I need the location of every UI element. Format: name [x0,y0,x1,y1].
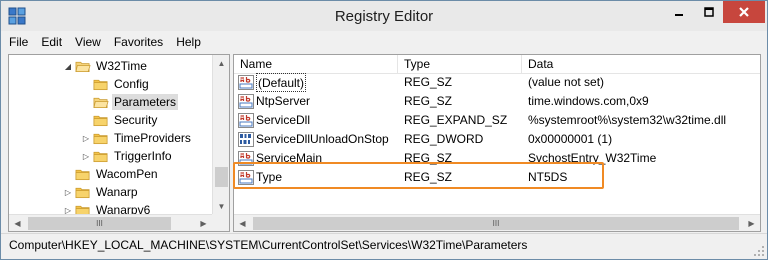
value-type: REG_EXPAND_SZ [404,113,508,127]
column-header-data[interactable]: Data [522,55,760,74]
value-row-servicedllunloadonstop[interactable]: ServiceDllUnloadOnStop REG_DWORD 0x0000000… [234,130,760,149]
value-data: time.windows.com,0x9 [528,94,649,108]
value-name: ServiceMain [256,151,323,165]
tree-item-label: Parameters [112,94,179,110]
tree-item-label: TimeProviders [114,131,191,145]
string-value-icon [238,170,254,185]
value-type: REG_SZ [404,151,453,165]
folder-icon [93,151,108,163]
tree-item-w32time[interactable]: ◢ W32Time [9,57,213,75]
title-bar[interactable]: Registry Editor [1,1,767,31]
folder-icon [93,79,108,91]
value-name: Type [256,170,283,184]
value-type: REG_SZ [404,170,453,184]
expanded-arrow-icon[interactable]: ◢ [63,61,73,71]
scroll-right-icon[interactable]: ▶ [195,215,212,231]
value-row-ntpserver[interactable]: NtpServer REG_SZ time.windows.com,0x9 [234,92,760,111]
value-row-type[interactable]: Type REG_SZ NT5DS [234,168,760,187]
minimize-icon [675,14,683,16]
column-header-type[interactable]: Type [398,55,522,74]
tree-vertical-scrollbar[interactable]: ▲ ▼ [212,55,229,215]
scroll-right-icon[interactable]: ▶ [743,215,760,231]
maximize-button[interactable] [694,1,724,23]
resize-grip-icon[interactable] [753,245,765,257]
scroll-corner [212,214,229,231]
tree-item-triggerinfo[interactable]: ▷ TriggerInfo [9,147,213,165]
registry-editor-window: Registry Editor File Edit View Favorites… [0,0,768,260]
tree-item-security[interactable]: Security [9,111,213,129]
scroll-up-icon[interactable]: ▲ [213,55,229,72]
tree-item-label: TriggerInfo [114,149,172,163]
menu-edit[interactable]: Edit [41,35,62,49]
tree-item-parameters[interactable]: Parameters [9,93,213,111]
value-data: (value not set) [528,75,605,89]
list-header: Name Type Data [234,55,760,74]
expand-arrow-icon[interactable]: ▷ [63,187,73,197]
value-type: REG_SZ [404,75,453,89]
value-data: NT5DS [528,170,568,184]
value-type: REG_SZ [404,94,453,108]
binary-value-icon [238,132,254,147]
folder-open-icon [93,97,109,109]
tree-item-wacompen[interactable]: WacomPen [9,165,213,183]
value-data: SvchostEntry_W32Time [528,151,657,165]
value-row-servicedll[interactable]: ServiceDll REG_EXPAND_SZ %systemroot%\syst… [234,111,760,130]
menu-view[interactable]: View [75,35,101,49]
value-type: REG_DWORD [404,132,484,146]
folder-open-icon [75,61,91,73]
value-name: ServiceDll [256,113,311,127]
expand-arrow-icon[interactable]: ▷ [81,151,91,161]
tree-item-timeproviders[interactable]: ▷ TimeProviders [9,129,213,147]
tree-item-label: Wanarp [96,185,138,199]
list-horizontal-scrollbar[interactable]: ◀ III ▶ [234,214,760,231]
values-list-pane[interactable]: Name Type Data (Default) REG_SZ (value not… [233,54,761,232]
close-button[interactable] [723,1,765,23]
string-value-icon [238,94,254,109]
value-name: NtpServer [256,94,311,108]
string-value-icon [238,151,254,166]
tree-item-label: WacomPen [96,167,158,181]
tree-item-label: Security [114,113,158,127]
value-data: 0x00000001 (1) [528,132,613,146]
scroll-left-icon[interactable]: ◀ [9,215,26,231]
window-title: Registry Editor [334,8,434,25]
current-key-path: Computer\HKEY_LOCAL_MACHINE\SYSTEM\Curre… [9,238,528,252]
tree-horizontal-scrollbar[interactable]: ◀ III ▶ [9,214,212,231]
value-row-default[interactable]: (Default) REG_SZ (value not set) [234,73,760,92]
key-tree-pane[interactable]: ◢ W32Time Config Parameters Security ▷ TimePro… [8,54,230,232]
string-value-icon [238,113,254,128]
menu-file[interactable]: File [9,35,28,49]
status-bar: Computer\HKEY_LOCAL_MACHINE\SYSTEM\Curre… [1,233,767,259]
string-value-icon [238,75,254,90]
tree-item-config[interactable]: Config [9,75,213,93]
folder-icon [93,133,108,145]
menu-favorites[interactable]: Favorites [114,35,163,49]
value-data: %systemroot%\system32\w32time.dll [528,113,727,127]
close-icon [739,7,749,17]
value-row-servicemain[interactable]: ServiceMain REG_SZ SvchostEntry_W32Time [234,149,760,168]
list-horizontal-scroll-thumb[interactable]: III [253,217,739,230]
scroll-down-icon[interactable]: ▼ [213,198,229,215]
value-name: ServiceDllUnloadOnStop [256,132,389,146]
scroll-left-icon[interactable]: ◀ [234,215,251,231]
folder-icon [75,169,90,181]
minimize-button[interactable] [664,1,694,23]
tree-horizontal-scroll-thumb[interactable]: III [28,217,171,230]
folder-icon [93,115,108,127]
column-header-name[interactable]: Name [234,55,398,74]
menu-bar: File Edit View Favorites Help [1,32,767,52]
tree-item-label: W32Time [96,59,147,73]
tree-item-wanarp[interactable]: ▷ Wanarp [9,183,213,201]
tree-vertical-scroll-thumb[interactable] [215,167,228,187]
folder-icon [75,187,90,199]
maximize-icon [704,7,714,17]
menu-help[interactable]: Help [176,35,201,49]
expand-arrow-icon[interactable]: ▷ [81,133,91,143]
tree-item-label: Config [114,77,149,91]
value-name: (Default) [256,73,307,92]
